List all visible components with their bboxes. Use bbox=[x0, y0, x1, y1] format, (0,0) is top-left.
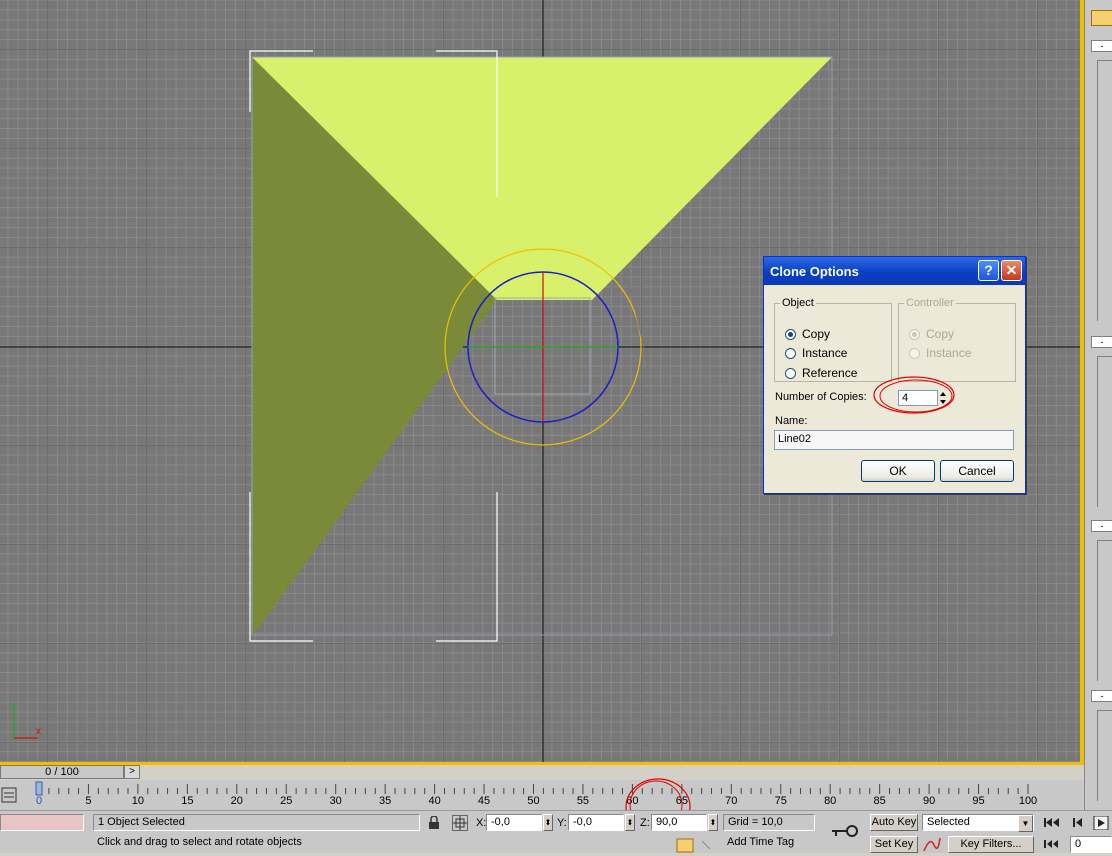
tripod-y-label: y bbox=[10, 700, 15, 711]
z-coord-input[interactable]: 90,0 bbox=[651, 814, 707, 831]
trackbar-tick-label: 20 bbox=[230, 795, 243, 807]
ok-button[interactable]: OK bbox=[861, 460, 935, 482]
copies-label: Number of Copies: bbox=[775, 391, 867, 403]
rollout-body-1 bbox=[1097, 60, 1112, 321]
trackbar-tick-label: 25 bbox=[280, 795, 293, 807]
rollout-body-3 bbox=[1097, 540, 1112, 681]
object-reference-label: Reference bbox=[802, 366, 858, 380]
add-time-tag[interactable]: Add Time Tag bbox=[723, 835, 815, 852]
object-instance-option[interactable]: Instance bbox=[785, 345, 847, 361]
trackbar-tick-label: 10 bbox=[131, 795, 145, 807]
z-spinner[interactable]: ⬍ bbox=[708, 814, 718, 831]
annotation-circle-copies bbox=[873, 376, 955, 414]
rollout-collapse-4[interactable]: - bbox=[1091, 690, 1112, 702]
trackbar-tick-label: 85 bbox=[873, 795, 886, 807]
controller-instance-label: Instance bbox=[926, 346, 972, 360]
radio-icon[interactable] bbox=[785, 367, 796, 379]
x-label: X: bbox=[476, 817, 487, 829]
trackbar-tick-label: 0 bbox=[35, 795, 43, 807]
key-filters-button[interactable]: Key Filters... bbox=[948, 836, 1034, 853]
gizmo-handle bbox=[627, 277, 651, 376]
trackbar-tick-label: 40 bbox=[428, 795, 441, 807]
time-slider[interactable]: 0 / 100 bbox=[0, 765, 124, 779]
name-input[interactable]: Line02 bbox=[774, 430, 1014, 450]
status-bar: 1 Object Selected X: -0,0 ⬍ Y: -0,0 ⬍ Z:… bbox=[0, 810, 1112, 853]
time-tag-icon[interactable] bbox=[676, 836, 716, 856]
auto-key-button[interactable]: Auto Key bbox=[870, 814, 918, 831]
trackbar-tick-label: 35 bbox=[379, 795, 392, 807]
trackbar-tick-label: 50 bbox=[527, 795, 540, 807]
key-mode-toggle-icon[interactable] bbox=[1042, 838, 1062, 853]
trackbar-tick-label: 45 bbox=[477, 795, 491, 807]
lock-selection-icon[interactable] bbox=[428, 815, 440, 833]
trackbar-tick-label: 95 bbox=[972, 795, 985, 807]
chevron-down-icon[interactable]: ▼ bbox=[1018, 815, 1033, 832]
trackbar-tick-label: 55 bbox=[576, 795, 590, 807]
rollout-collapse-3[interactable]: - bbox=[1091, 520, 1112, 532]
trackbar-tick-label: 75 bbox=[774, 795, 787, 807]
command-panel[interactable]: - - - - bbox=[1084, 0, 1112, 812]
set-key-button[interactable]: Set Key bbox=[870, 836, 918, 853]
trackbar-tick-label: 5 bbox=[85, 795, 92, 807]
prompt-line: Click and drag to select and rotate obje… bbox=[93, 835, 671, 852]
controller-group: Controller Copy Instance bbox=[898, 297, 1016, 382]
radio-disabled-selected-icon bbox=[909, 328, 920, 340]
y-label: Y: bbox=[557, 817, 567, 829]
key-icon[interactable] bbox=[830, 823, 858, 842]
close-button[interactable]: ✕ bbox=[1001, 260, 1022, 281]
object-copy-label: Copy bbox=[802, 327, 831, 341]
command-panel-tab[interactable] bbox=[1091, 10, 1112, 26]
absolute-mode-icon[interactable] bbox=[452, 815, 468, 831]
controller-instance-option: Instance bbox=[909, 345, 971, 361]
x-coord-input[interactable]: -0,0 bbox=[486, 814, 542, 831]
viewport-active-border-bottom bbox=[0, 762, 1084, 765]
grid-size-display: Grid = 10,0 bbox=[723, 814, 815, 831]
help-button[interactable]: ? bbox=[978, 260, 999, 281]
trackbar-tick-label: 30 bbox=[329, 795, 342, 807]
radio-selected-icon[interactable] bbox=[785, 328, 796, 340]
current-frame-input[interactable]: 0 bbox=[1070, 836, 1112, 853]
rollout-body-2 bbox=[1097, 356, 1112, 507]
rollout-body-4 bbox=[1097, 710, 1112, 801]
y-coord-input[interactable]: -0,0 bbox=[568, 814, 624, 831]
maxscript-listener[interactable] bbox=[0, 814, 84, 831]
trackbar-tick-label: 70 bbox=[725, 795, 738, 807]
object-instance-label: Instance bbox=[802, 346, 848, 360]
controller-group-legend: Controller bbox=[906, 297, 954, 309]
radio-disabled-icon bbox=[909, 347, 920, 359]
controller-copy-option: Copy bbox=[909, 326, 954, 342]
trackbar-tick-label: 100 bbox=[1018, 795, 1038, 807]
name-label: Name: bbox=[775, 415, 808, 427]
trackbar-tick-label: 15 bbox=[181, 795, 194, 807]
trackbar[interactable] bbox=[0, 780, 1084, 810]
trackbar-ticks bbox=[35, 781, 1029, 796]
time-slider-next[interactable]: > bbox=[124, 765, 140, 779]
mini-curve-editor-icon[interactable] bbox=[0, 786, 20, 806]
x-spinner[interactable]: ⬍ bbox=[543, 814, 553, 831]
rollout-collapse-2[interactable]: - bbox=[1091, 336, 1112, 348]
rollout-collapse-1[interactable]: - bbox=[1091, 40, 1112, 52]
trackbar-current-frame[interactable] bbox=[35, 781, 43, 796]
object-copy-option[interactable]: Copy bbox=[785, 326, 830, 342]
radio-icon[interactable] bbox=[785, 347, 796, 359]
cancel-button[interactable]: Cancel bbox=[940, 460, 1014, 482]
selection-status: 1 Object Selected bbox=[93, 814, 420, 831]
controller-copy-label: Copy bbox=[926, 327, 955, 341]
y-spinner[interactable]: ⬍ bbox=[625, 814, 635, 831]
object-group-legend: Object bbox=[782, 297, 814, 309]
z-label: Z: bbox=[640, 817, 650, 829]
set-key-curve-icon[interactable] bbox=[922, 836, 942, 856]
object-reference-option[interactable]: Reference bbox=[785, 365, 857, 381]
go-to-start-icon[interactable] bbox=[1042, 815, 1112, 833]
trackbar-tick-label: 90 bbox=[922, 795, 936, 807]
trackbar-tick-label: 80 bbox=[824, 795, 837, 807]
tripod-x-label: x bbox=[36, 726, 41, 737]
object-group: Object Copy Instance Reference bbox=[774, 297, 892, 382]
